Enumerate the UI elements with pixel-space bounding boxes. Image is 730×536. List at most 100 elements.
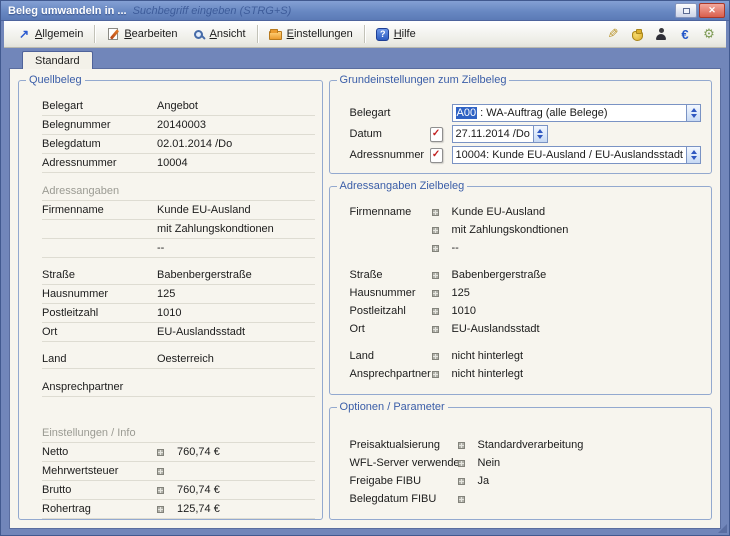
section-row: Adressangaben xyxy=(42,182,315,201)
menu-bearbeiten[interactable]: Bearbeiten xyxy=(99,24,184,44)
section-label: Einstellungen / Info xyxy=(42,427,136,439)
belegart-row: Belegart A00 : WA-Auftrag (alle Belege) xyxy=(350,103,703,123)
field-value: Standardverarbeitung xyxy=(478,439,703,451)
restore-icon xyxy=(683,8,690,14)
selected-text: A00 xyxy=(456,107,478,119)
dropdown-value: A00 : WA-Auftrag (alle Belege) xyxy=(456,107,608,119)
grid-bullet-icon xyxy=(458,442,465,449)
search-hint: Suchbegriff eingeben (STRG+S) xyxy=(133,5,675,17)
field-label: Ansprechpartner xyxy=(42,381,157,393)
field-label: Ansprechpartner xyxy=(350,368,432,380)
override-check-icon[interactable]: ✓ xyxy=(430,127,443,142)
grid-bullet-icon xyxy=(432,308,439,315)
override-check-icon[interactable]: ✓ xyxy=(430,148,443,163)
field-row: Netto760,74 € xyxy=(42,443,315,462)
section-row: Einstellungen / Info xyxy=(42,424,315,443)
menu-ansicht[interactable]: Ansicht xyxy=(185,24,253,44)
toolbar-right-icons: ✎ € ⚙ xyxy=(606,27,720,41)
pen-icon[interactable]: ✎ xyxy=(606,27,620,41)
field-row: OrtEU-Auslandsstadt xyxy=(350,320,703,338)
field-label: Adressnummer xyxy=(350,149,430,161)
field-label: Netto xyxy=(42,446,157,458)
field-label: Hausnummer xyxy=(42,288,157,300)
field-label: Datum xyxy=(350,128,430,140)
field-label: Postleitzahl xyxy=(42,307,157,319)
spinner-button[interactable] xyxy=(686,105,700,121)
down-arrow-icon xyxy=(537,135,543,139)
menu-label: Allgemein xyxy=(35,28,83,40)
datum-row: Datum ✓ 27.11.2014 /Do xyxy=(350,124,703,144)
field-value: Babenbergerstraße xyxy=(157,269,315,281)
toolbar-separator xyxy=(94,25,95,43)
down-arrow-icon xyxy=(691,156,697,160)
field-row: StraßeBabenbergerstraße xyxy=(42,266,315,285)
dropdown-value: 10004: Kunde EU-Ausland / EU-Auslandssta… xyxy=(456,149,686,161)
contact-person-icon[interactable] xyxy=(654,27,668,41)
field-value: 125 xyxy=(157,288,315,300)
field-row: Mehrwertsteuer xyxy=(42,462,315,481)
groupbox-adressangaben-zielbeleg: Adressangaben Zielbeleg FirmennameKunde … xyxy=(329,186,712,395)
tab-standard[interactable]: Standard xyxy=(22,51,93,69)
spinner-button[interactable] xyxy=(533,126,547,142)
field-row: Hausnummer125 xyxy=(350,284,703,302)
field-row: Postleitzahl 1010 xyxy=(350,302,703,320)
grid-bullet-icon xyxy=(157,449,164,456)
field-value: 1010 xyxy=(157,307,315,319)
field-row: -- xyxy=(42,239,315,258)
field-value: -- xyxy=(452,242,703,254)
field-value: -- xyxy=(157,242,315,254)
field-label: Postleitzahl xyxy=(350,305,432,317)
arrow-ne-icon: ↗ xyxy=(17,27,31,41)
field-row: Postleitzahl1010 xyxy=(42,304,315,323)
close-icon: ✕ xyxy=(708,6,716,15)
field-label: Belegdatum FIBU xyxy=(350,493,458,505)
close-button[interactable]: ✕ xyxy=(699,3,725,18)
datum-dropdown[interactable]: 27.11.2014 /Do xyxy=(452,125,548,143)
belegart-dropdown[interactable]: A00 : WA-Auftrag (alle Belege) xyxy=(452,104,701,122)
field-label: Mehrwertsteuer xyxy=(42,465,157,477)
restore-button[interactable] xyxy=(675,3,697,18)
field-row: Brutto760,74 € xyxy=(42,481,315,500)
field-row: mit Zahlungskondtionen xyxy=(42,220,315,239)
menu-einstellungen[interactable]: Einstellungen xyxy=(262,24,360,44)
field-value: mit Zahlungskondtionen xyxy=(157,223,315,235)
euro-icon[interactable]: € xyxy=(678,27,692,41)
field-label: Preisaktualsierung xyxy=(350,439,458,451)
window-title: Beleg umwandeln in ... xyxy=(8,5,127,17)
up-arrow-icon xyxy=(691,108,697,112)
field-value: 02.01.2014 /Do xyxy=(157,138,315,150)
field-value: 760,74 € xyxy=(177,484,315,496)
grid-bullet-icon xyxy=(157,487,164,494)
grid-bullet-icon xyxy=(458,460,465,467)
field-row: Landnicht hinterlegt xyxy=(350,347,703,365)
field-value: 1010 xyxy=(452,305,703,317)
menu-hilfe[interactable]: ? Hilfe xyxy=(369,24,423,44)
field-value: 10004 xyxy=(157,157,315,169)
gear-icon[interactable]: ⚙ xyxy=(702,27,716,41)
titlebar: Beleg umwandeln in ... Suchbegriff einge… xyxy=(1,1,729,21)
money-bag-icon[interactable] xyxy=(630,27,644,41)
field-label: Adressnummer xyxy=(42,157,157,169)
adressnummer-dropdown[interactable]: 10004: Kunde EU-Ausland / EU-Auslandssta… xyxy=(452,146,701,164)
field-label: Belegnummer xyxy=(42,119,157,131)
menu-label: Bearbeiten xyxy=(124,28,177,40)
grid-bullet-icon xyxy=(458,478,465,485)
right-column: Grundeinstellungen zum Zielbeleg Belegar… xyxy=(329,75,712,520)
dropdown-value: 27.11.2014 /Do xyxy=(456,128,530,140)
field-label: Ort xyxy=(350,323,432,335)
groupbox-legend: Adressangaben Zielbeleg xyxy=(337,180,468,192)
field-value: Ja xyxy=(478,475,703,487)
grid-bullet-icon xyxy=(432,245,439,252)
field-row: Belegdatum02.01.2014 /Do xyxy=(42,135,315,154)
grid-bullet-icon xyxy=(432,209,439,216)
grid-bullet-icon xyxy=(432,272,439,279)
menu-allgemein[interactable]: ↗ Allgemein xyxy=(10,24,90,44)
field-label: Straße xyxy=(42,269,157,281)
grid-bullet-icon xyxy=(432,227,439,234)
spinner-button[interactable] xyxy=(686,147,700,163)
field-value: Oesterreich xyxy=(157,353,315,365)
field-row: Belegnummer20140003 xyxy=(42,116,315,135)
menu-label: Hilfe xyxy=(394,28,416,40)
field-row: -- xyxy=(350,239,703,257)
down-arrow-icon xyxy=(691,114,697,118)
